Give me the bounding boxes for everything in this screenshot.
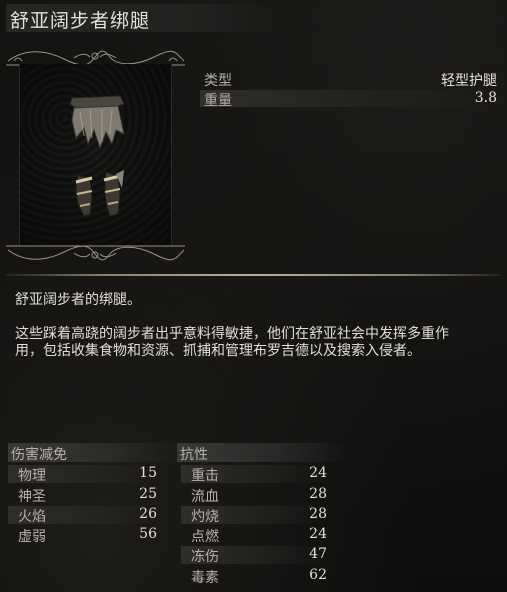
damage-value: 56 [139,526,157,542]
resistance-label: 流血 [191,489,219,505]
item-name: 舒亚阔步者绑腿 [10,10,151,32]
damage-value: 26 [139,506,157,522]
type-label: 类型 [204,73,232,89]
damage-row: 物理 15 [8,465,157,484]
resistance-label: 冻伤 [191,549,219,565]
resistance-label: 重击 [191,468,219,484]
resistance-label: 灼烧 [191,509,219,525]
resistance-row: 流血 28 [181,486,327,505]
damage-reduction-header: 伤害减免 [8,443,178,463]
resistance-value: 28 [309,506,327,522]
damage-row: 虚弱 56 [8,526,157,545]
resistance-row: 毒素 62 [181,567,327,586]
resistance-value: 24 [309,465,327,481]
section-divider [6,274,501,276]
description-summary: 舒亚阔步者的绑腿。 [15,292,141,308]
resistance-title: 抗性 [180,447,208,463]
damage-value: 15 [139,465,157,481]
weight-row: 重量 3.8 [200,90,497,109]
frame-ornament-bottom [6,245,185,261]
resistance-row: 点燃 24 [181,526,327,545]
resistance-value: 47 [309,546,327,562]
damage-value: 25 [139,486,157,502]
item-image-frame [19,64,172,246]
description-line-1: 这些踩着高跷的阔步者出乎意料得敏捷，他们在舒亚社会中发挥多重作 [15,326,449,342]
resistance-row: 重击 24 [181,465,327,484]
resistance-row: 灼烧 28 [181,506,327,525]
damage-label: 物理 [18,468,46,484]
type-row: 类型 轻型护腿 [200,70,497,89]
resistance-value: 62 [309,567,327,583]
damage-label: 虚弱 [18,529,46,545]
title-bar: 舒亚阔步者绑腿 [6,4,276,32]
damage-reduction-title: 伤害减免 [11,447,67,463]
damage-label: 神圣 [18,489,46,505]
type-value: 轻型护腿 [441,73,497,89]
resistance-row: 冻伤 47 [181,546,327,565]
damage-label: 火焰 [18,509,46,525]
weight-value: 3.8 [474,90,497,106]
resistance-header: 抗性 [177,443,347,463]
damage-row: 火焰 26 [8,506,157,525]
damage-row: 神圣 25 [8,486,157,505]
description-line-2: 用，包括收集食物和资源、抓捕和管理布罗吉德以及搜索入侵者。 [15,343,421,359]
resistance-label: 点燃 [191,529,219,545]
weight-label: 重量 [204,93,232,109]
resistance-value: 28 [309,486,327,502]
resistance-label: 毒素 [191,570,219,586]
resistance-value: 24 [309,526,327,542]
leg-armor-icon [69,95,125,217]
